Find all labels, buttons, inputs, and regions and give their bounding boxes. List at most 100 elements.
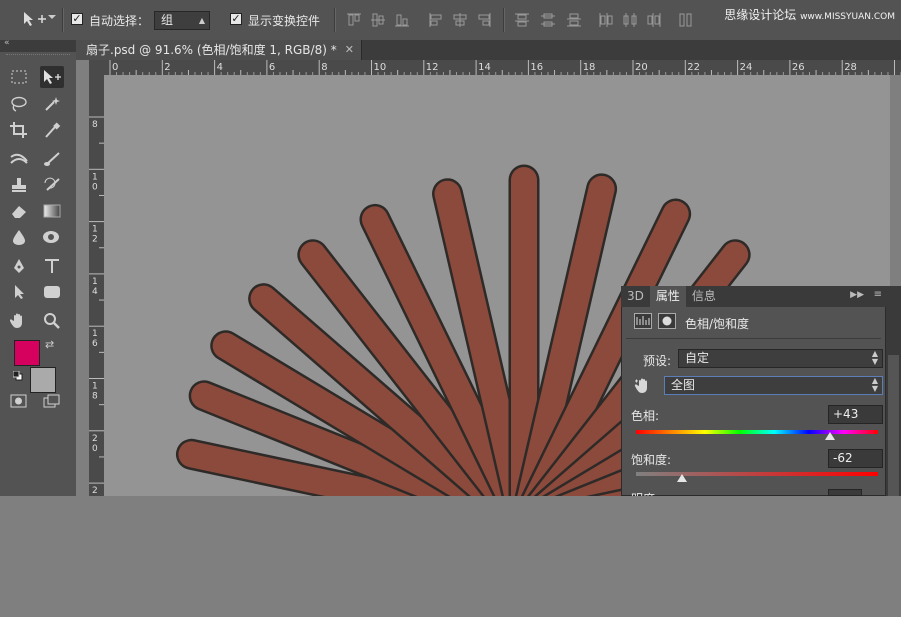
screen-mode-icon[interactable]	[40, 390, 64, 412]
channel-dropdown[interactable]: 全图 ▲ ▼	[664, 376, 883, 395]
ruler-label: 6	[269, 62, 275, 73]
watermark-text: 思缘设计论坛	[724, 8, 797, 22]
blur-tool-icon[interactable]	[7, 226, 31, 248]
align-right-edges-icon	[478, 13, 491, 27]
ruler-label: 2	[92, 235, 98, 245]
show-transform-checkbox[interactable]: ✓	[230, 13, 242, 25]
channel-value: 全图	[671, 378, 696, 392]
swap-colors-icon[interactable]: ⇄	[45, 338, 54, 351]
auto-select-dropdown[interactable]: 组 ▲	[154, 11, 210, 30]
hue-slider-track[interactable]	[636, 430, 878, 434]
ruler-label: 12	[426, 62, 439, 73]
distribute-vcenter-icon	[541, 13, 555, 27]
auto-select-label: 自动选择：	[89, 14, 150, 28]
saturation-slider-thumb[interactable]	[676, 474, 687, 482]
hue-label: 色相:	[631, 409, 660, 423]
ruler-label: 1	[92, 172, 98, 182]
panel-scrollbar[interactable]	[888, 355, 899, 496]
hue-slider-thumb[interactable]	[824, 432, 835, 440]
brush-tool-icon[interactable]	[40, 148, 64, 170]
ruler-label: 1	[92, 382, 98, 392]
collapse-panel-icon[interactable]: «	[4, 38, 10, 48]
lower-area	[0, 496, 901, 617]
distribute-icons-group	[515, 13, 692, 27]
ruler-label: 24	[740, 62, 753, 73]
ruler-label: 0	[92, 182, 98, 192]
ruler-label: 8	[321, 62, 327, 73]
move-tool-icon[interactable]	[40, 66, 64, 88]
ruler-label: 10	[374, 62, 387, 73]
ruler-label: 20	[635, 62, 648, 73]
eyedropper-tool-icon[interactable]	[40, 119, 64, 141]
lightness-value-field[interactable]	[828, 489, 862, 496]
adjustment-title: 色相/饱和度	[685, 317, 750, 331]
ruler-label: 6	[92, 339, 98, 349]
saturation-value-field[interactable]: -62	[828, 449, 883, 468]
targeted-adjustment-hand-icon[interactable]	[634, 377, 652, 398]
align-vertical-centers-icon	[371, 13, 385, 27]
distribute-right-icon	[647, 13, 661, 27]
history-brush-tool-icon[interactable]	[40, 174, 64, 196]
document-tab-title: 扇子.psd @ 91.6% (色相/饱和度 1, RGB/8) *	[86, 43, 337, 57]
distribute-left-icon	[599, 13, 613, 27]
ruler-label: 4	[92, 287, 98, 297]
tool-preset-dropdown-arrow-icon[interactable]	[48, 15, 56, 19]
ruler-label: 2	[92, 486, 98, 496]
ruler-label: 2	[164, 62, 170, 73]
auto-select-checkbox[interactable]: ✓	[71, 13, 83, 25]
updown-arrow-icon: ▲	[198, 16, 205, 25]
ruler-label: 16	[530, 62, 543, 73]
dodge-tool-icon[interactable]	[40, 226, 64, 248]
auto-align-layers-icon	[679, 13, 692, 27]
magic-wand-tool-icon[interactable]	[40, 93, 64, 115]
panel-collapse-icon[interactable]: ▶▶	[850, 290, 864, 300]
hand-tool-icon[interactable]	[7, 310, 31, 332]
eraser-tool-icon[interactable]	[7, 200, 31, 222]
panel-menu-icon[interactable]: ≡	[874, 289, 882, 300]
watermark-url: www.MISSYUAN.COM	[800, 12, 895, 22]
options-bar: ✓ 自动选择： 组 ▲ ✓ 显示变换控件 思缘设计论坛 www.MISSYUAN…	[0, 0, 901, 41]
spot-healing-brush-tool-icon[interactable]	[7, 148, 31, 170]
ruler-label: 4	[217, 62, 223, 73]
ruler-label: 22	[687, 62, 700, 73]
updown-arrow-icon: ▲ ▼	[871, 349, 878, 366]
gradient-tool-icon[interactable]	[40, 200, 64, 222]
ruler-label: 0	[112, 62, 118, 73]
preset-dropdown[interactable]: 自定 ▲ ▼	[678, 349, 883, 368]
rectangular-marquee-tool-icon[interactable]	[7, 66, 31, 88]
clone-stamp-tool-icon[interactable]	[7, 174, 31, 196]
layer-mask-icon[interactable]	[658, 313, 676, 332]
ruler-label: 2	[92, 434, 98, 444]
tab-info[interactable]: 信息	[686, 286, 722, 307]
path-selection-tool-icon[interactable]	[7, 281, 31, 303]
horizontal-ruler-ticks: 0 2 4 6 8 10 12 14 16 18 20 22 24 26 28	[109, 60, 901, 75]
pen-tool-icon[interactable]	[7, 255, 31, 277]
close-tab-icon[interactable]: ✕	[345, 40, 354, 60]
ruler-corner[interactable]	[89, 60, 104, 75]
move-tool-preset-icon[interactable]	[22, 10, 52, 31]
tab-properties[interactable]: 属性	[649, 286, 686, 307]
ruler-label: 1	[92, 329, 98, 339]
hue-value-field[interactable]: +43	[828, 405, 883, 424]
ruler-label: 0	[92, 444, 98, 454]
align-bottom-edges-icon	[395, 14, 409, 27]
foreground-color-swatch[interactable]	[14, 340, 40, 366]
lasso-tool-icon[interactable]	[7, 93, 31, 115]
vertical-ruler[interactable]: 810121416182022	[89, 75, 104, 563]
ruler-label: 14	[478, 62, 491, 73]
align-icons-group	[347, 13, 491, 27]
horizontal-ruler[interactable]: 0 2 4 6 8 10 12 14 16 18 20 22 24 26 28	[104, 60, 901, 75]
crop-tool-icon[interactable]	[7, 119, 31, 141]
zoom-tool-icon[interactable]	[40, 310, 64, 332]
type-tool-icon[interactable]	[40, 255, 64, 277]
rectangle-tool-icon[interactable]	[40, 281, 64, 303]
ruler-label: 18	[583, 62, 596, 73]
quick-mask-icon[interactable]	[7, 390, 31, 412]
distribute-top-icon	[515, 13, 529, 27]
tab-3d[interactable]: 3D	[621, 286, 650, 307]
align-top-edges-icon	[347, 13, 361, 26]
default-colors-icon[interactable]	[12, 370, 23, 381]
properties-panel-tabs: 3D 属性 信息 ▶▶ ≡	[621, 286, 886, 307]
document-tab[interactable]: 扇子.psd @ 91.6% (色相/饱和度 1, RGB/8) * ✕	[76, 40, 362, 60]
saturation-slider-track[interactable]	[636, 472, 878, 476]
